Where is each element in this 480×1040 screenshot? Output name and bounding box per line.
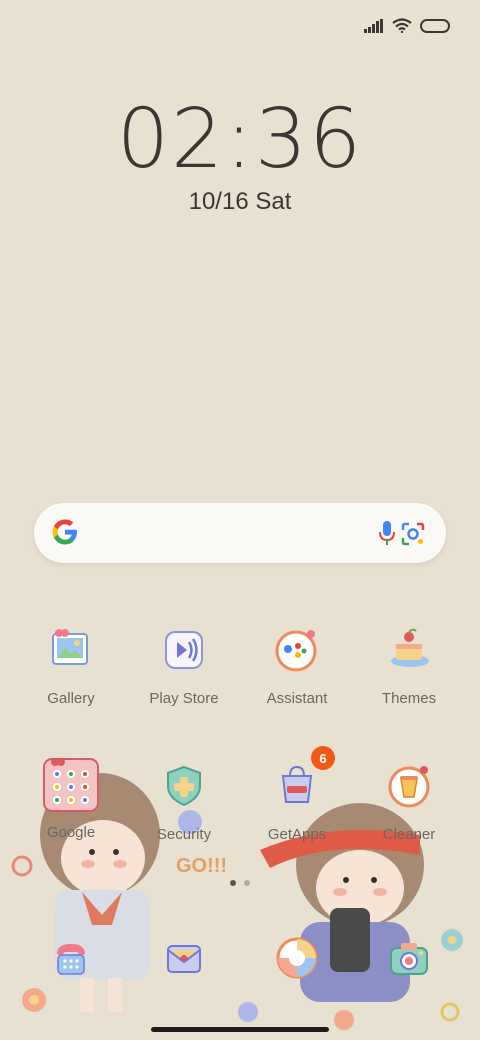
app-label: GetApps — [267, 826, 327, 843]
app-google-folder[interactable]: Google — [16, 758, 126, 841]
app-label: Assistant — [266, 690, 328, 707]
wifi-icon — [392, 18, 412, 33]
dock-camera[interactable] — [354, 932, 464, 984]
day-of-week: Sat — [255, 188, 292, 215]
google-search-bar[interactable] — [34, 503, 446, 563]
security-icon — [158, 760, 210, 812]
signal-icon — [364, 18, 383, 33]
app-themes[interactable]: Themes — [354, 624, 464, 707]
wallpaper-go-text: GO!!! — [176, 855, 227, 877]
page-dot — [244, 880, 250, 886]
page-dot-active — [230, 880, 236, 886]
clock-time[interactable]: 02:36 — [0, 92, 480, 187]
app-label: Google — [46, 824, 96, 841]
camera-icon — [383, 932, 435, 984]
assistant-icon — [271, 624, 323, 676]
page-indicator — [0, 880, 480, 886]
phone-icon — [45, 932, 97, 984]
app-label: Security — [156, 826, 212, 843]
mic-icon[interactable] — [378, 520, 396, 546]
gesture-nav-handle[interactable] — [151, 1027, 329, 1032]
play-store-icon — [158, 624, 210, 676]
browser-icon — [271, 932, 323, 984]
dock-messages[interactable] — [129, 932, 239, 984]
app-label: Gallery — [47, 690, 95, 707]
notification-badge: 6 — [311, 746, 335, 770]
themes-icon — [383, 624, 435, 676]
dock-browser[interactable] — [242, 932, 352, 984]
app-cleaner[interactable]: Cleaner — [354, 760, 464, 843]
status-bar — [364, 18, 450, 33]
messages-icon — [158, 932, 210, 984]
google-folder-icon — [43, 758, 99, 812]
app-label: Cleaner — [382, 826, 436, 843]
app-getapps[interactable]: 6 GetApps — [242, 746, 352, 843]
lens-icon[interactable] — [400, 521, 426, 547]
app-label: Themes — [381, 690, 437, 707]
app-gallery[interactable]: Gallery — [16, 624, 126, 707]
google-logo-icon — [52, 519, 77, 545]
dock-phone[interactable] — [16, 932, 126, 984]
cleaner-icon — [383, 760, 435, 812]
gallery-icon — [45, 624, 97, 676]
battery-icon — [420, 18, 450, 33]
getapps-icon: 6 — [271, 746, 335, 812]
date-text: 10/16 — [188, 188, 249, 215]
app-label: Play Store — [149, 690, 219, 707]
app-assistant[interactable]: Assistant — [242, 624, 352, 707]
app-security[interactable]: Security — [129, 760, 239, 843]
clock-date[interactable]: 10/16 Sat — [0, 188, 480, 216]
app-play-store[interactable]: Play Store — [129, 624, 239, 707]
